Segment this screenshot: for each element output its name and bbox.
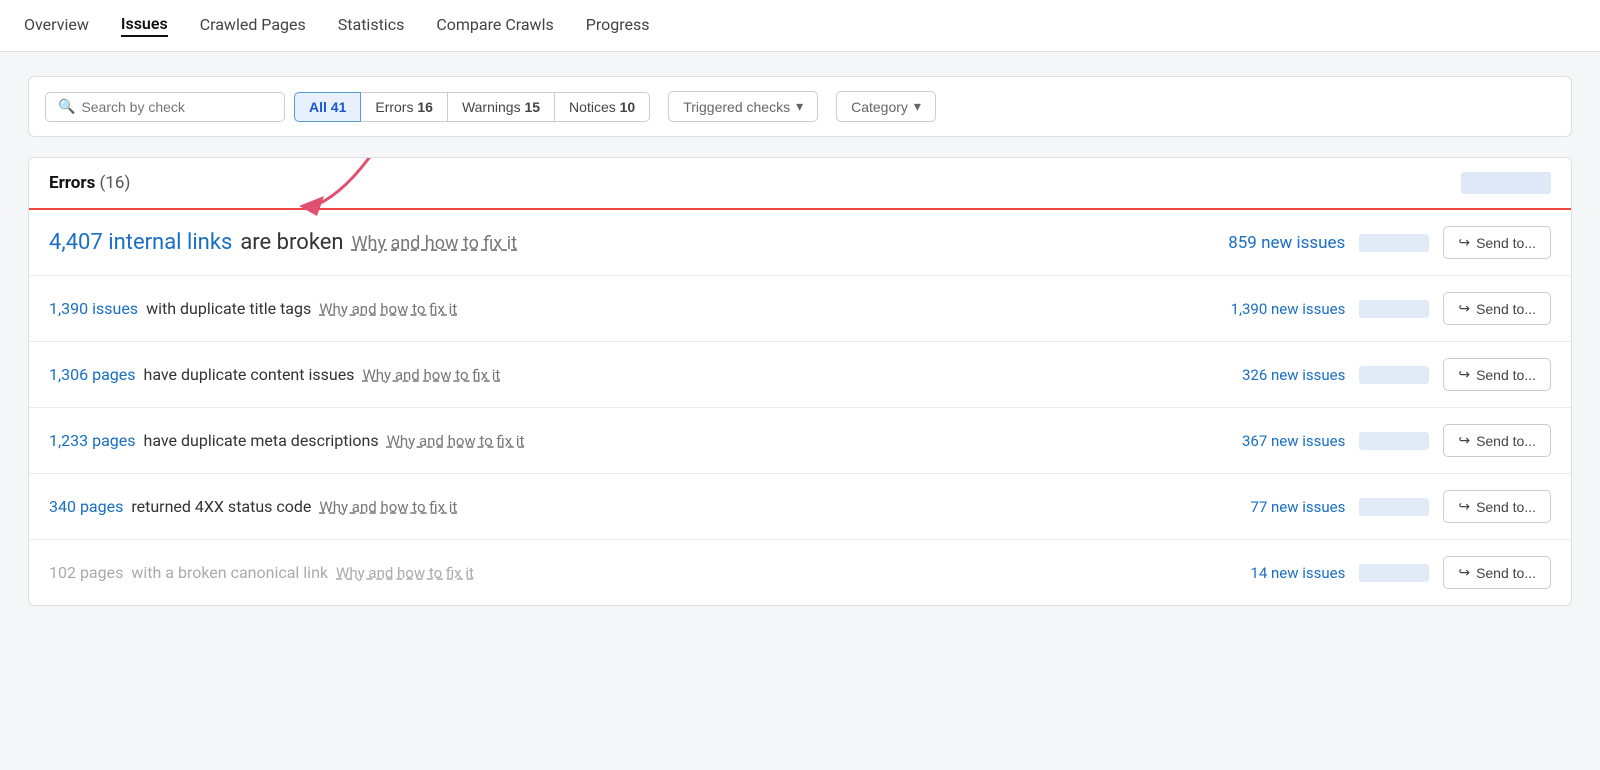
send-to-button[interactable]: ↪ Send to... [1443, 226, 1551, 259]
filter-tab-notices[interactable]: Notices 10 [554, 92, 650, 122]
issue-row: 102 pages with a broken canonical link W… [29, 540, 1571, 605]
issue-right: 326 new issues ↪ Send to... [1242, 358, 1551, 391]
send-label: Send to... [1476, 433, 1536, 449]
new-issues-count: 326 new issues [1242, 366, 1345, 384]
send-to-button[interactable]: ↪ Send to... [1443, 490, 1551, 523]
send-label: Send to... [1476, 235, 1536, 251]
issue-row: 4,407 internal links are broken Why and … [29, 210, 1571, 276]
fix-link[interactable]: Why and how to fix it [352, 233, 517, 254]
category-dropdown[interactable]: Category ▾ [836, 91, 936, 122]
issue-row: 340 pages returned 4XX status code Why a… [29, 474, 1571, 540]
search-box[interactable]: 🔍 [45, 92, 285, 122]
issue-main: 1,390 issues with duplicate title tags W… [49, 299, 1219, 318]
issue-link[interactable]: 102 pages [49, 563, 123, 582]
issues-section: Errors (16) 4,407 internal links are bro… [28, 157, 1572, 606]
nav-statistics[interactable]: Statistics [338, 15, 405, 36]
send-to-button[interactable]: ↪ Send to... [1443, 292, 1551, 325]
send-icon: ↪ [1458, 498, 1470, 515]
top-navigation: Overview Issues Crawled Pages Statistics… [0, 0, 1600, 52]
issue-link[interactable]: 340 pages [49, 497, 123, 516]
new-issues-count: 367 new issues [1242, 432, 1345, 450]
issue-main: 4,407 internal links are broken Why and … [49, 230, 1216, 255]
issue-bar [1359, 300, 1429, 318]
send-label: Send to... [1476, 301, 1536, 317]
send-icon: ↪ [1458, 366, 1470, 383]
nav-progress[interactable]: Progress [586, 15, 650, 36]
issue-row: 1,233 pages have duplicate meta descript… [29, 408, 1571, 474]
errors-title: Errors (16) [49, 173, 130, 193]
nav-issues[interactable]: Issues [121, 14, 168, 37]
fix-link[interactable]: Why and how to fix it [336, 564, 474, 582]
nav-overview[interactable]: Overview [24, 15, 89, 36]
issue-right: 367 new issues ↪ Send to... [1242, 424, 1551, 457]
fix-link[interactable]: Why and how to fix it [319, 300, 457, 318]
send-icon: ↪ [1458, 300, 1470, 317]
issue-row: 1,306 pages have duplicate content issue… [29, 342, 1571, 408]
issue-link[interactable]: 1,390 issues [49, 299, 138, 318]
send-label: Send to... [1476, 499, 1536, 515]
issue-bar [1359, 498, 1429, 516]
issue-main: 1,306 pages have duplicate content issue… [49, 365, 1230, 384]
issue-right: 1,390 new issues ↪ Send to... [1231, 292, 1551, 325]
nav-compare-crawls[interactable]: Compare Crawls [436, 15, 553, 36]
issue-bar [1359, 366, 1429, 384]
search-input[interactable] [81, 99, 272, 115]
issue-text: have duplicate meta descriptions [144, 431, 379, 450]
fix-link[interactable]: Why and how to fix it [387, 432, 525, 450]
send-label: Send to... [1476, 565, 1536, 581]
filter-tabs: All 41 Errors 16 Warnings 15 Notices 10 [295, 92, 650, 122]
triggered-checks-dropdown[interactable]: Triggered checks ▾ [668, 91, 818, 122]
send-label: Send to... [1476, 367, 1536, 383]
issue-link[interactable]: 4,407 internal links [49, 230, 232, 255]
issue-link[interactable]: 1,233 pages [49, 431, 136, 450]
send-to-button[interactable]: ↪ Send to... [1443, 556, 1551, 589]
issue-main: 102 pages with a broken canonical link W… [49, 563, 1238, 582]
issue-text: with a broken canonical link [131, 563, 328, 582]
issue-right: 77 new issues ↪ Send to... [1250, 490, 1551, 523]
issue-bar [1359, 564, 1429, 582]
chevron-down-icon: ▾ [914, 98, 921, 115]
issue-right: 14 new issues ↪ Send to... [1250, 556, 1551, 589]
filter-tab-all[interactable]: All 41 [294, 92, 361, 122]
send-to-button[interactable]: ↪ Send to... [1443, 424, 1551, 457]
filter-tab-errors[interactable]: Errors 16 [360, 92, 448, 122]
send-icon: ↪ [1458, 564, 1470, 581]
issue-text: are broken [240, 230, 343, 255]
fix-link[interactable]: Why and how to fix it [362, 366, 500, 384]
issue-link[interactable]: 1,306 pages [49, 365, 136, 384]
main-content: 🔍 All 41 Errors 16 Warnings 15 Notices 1… [0, 52, 1600, 770]
issues-list: 4,407 internal links are broken Why and … [29, 210, 1571, 605]
new-issues-count: 859 new issues [1228, 233, 1345, 253]
issue-text: with duplicate title tags [146, 299, 311, 318]
issue-bar [1359, 432, 1429, 450]
search-icon: 🔍 [58, 99, 75, 115]
issue-bar [1359, 234, 1429, 252]
filter-tab-warnings[interactable]: Warnings 15 [447, 92, 555, 122]
chevron-down-icon: ▾ [796, 98, 803, 115]
new-issues-count: 1,390 new issues [1231, 300, 1346, 318]
new-issues-count: 77 new issues [1250, 498, 1345, 516]
filter-bar: 🔍 All 41 Errors 16 Warnings 15 Notices 1… [28, 76, 1572, 137]
issue-row: 1,390 issues with duplicate title tags W… [29, 276, 1571, 342]
issue-text: returned 4XX status code [131, 497, 311, 516]
issue-text: have duplicate content issues [144, 365, 355, 384]
issue-right: 859 new issues ↪ Send to... [1228, 226, 1551, 259]
send-icon: ↪ [1458, 234, 1470, 251]
issue-main: 340 pages returned 4XX status code Why a… [49, 497, 1238, 516]
section-bar [1461, 172, 1551, 194]
send-to-button[interactable]: ↪ Send to... [1443, 358, 1551, 391]
fix-link[interactable]: Why and how to fix it [319, 498, 457, 516]
new-issues-count: 14 new issues [1250, 564, 1345, 582]
issue-main: 1,233 pages have duplicate meta descript… [49, 431, 1230, 450]
nav-crawled-pages[interactable]: Crawled Pages [200, 15, 306, 36]
send-icon: ↪ [1458, 432, 1470, 449]
errors-section-header: Errors (16) [29, 158, 1571, 210]
